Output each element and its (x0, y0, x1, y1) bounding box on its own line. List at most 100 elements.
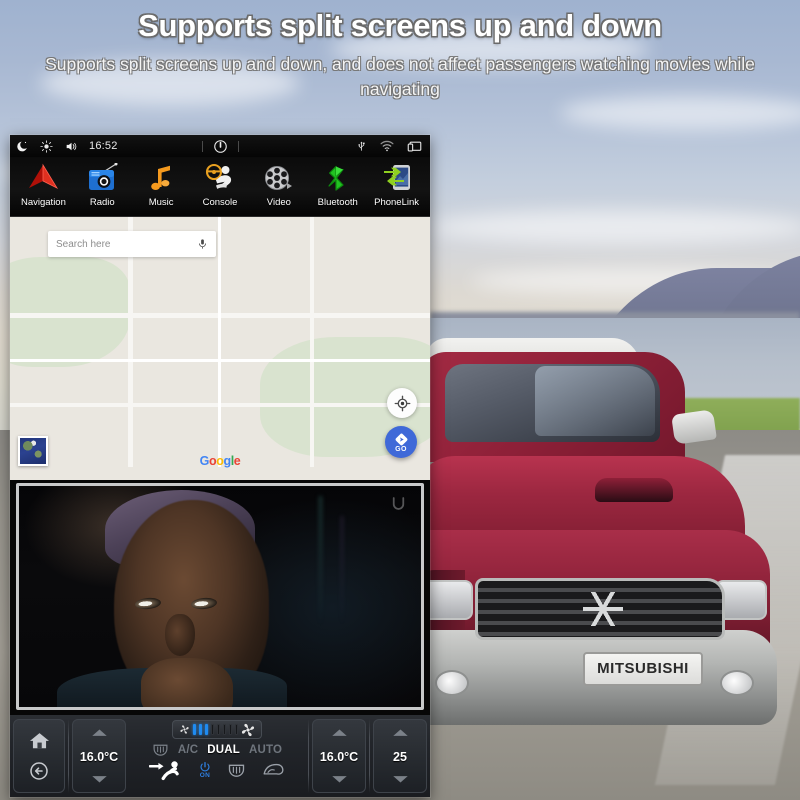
character-hand (141, 658, 233, 707)
app-navigation[interactable]: Navigation (14, 160, 73, 216)
page-title: Supports split screens up and down (138, 8, 662, 43)
fan-tick-on (205, 724, 208, 735)
navigation-diamond-icon (394, 432, 409, 447)
temp-up-icon[interactable] (91, 724, 108, 742)
video-frame[interactable] (16, 483, 424, 710)
navigation-arrow-icon (26, 160, 60, 196)
search-input[interactable]: Search here (48, 231, 216, 257)
airflow-face-icon[interactable] (148, 759, 183, 781)
phonelink-icon (380, 160, 414, 196)
microphone-icon[interactable] (197, 237, 208, 251)
volume-value: 25 (393, 749, 407, 764)
app-label: Navigation (20, 197, 66, 208)
divider (201, 140, 203, 152)
fan-tick-off (211, 724, 214, 735)
passenger-temperature-stepper[interactable]: 16.0°C (312, 719, 366, 793)
volume-down-icon[interactable] (392, 771, 409, 789)
car-head-unit-screen: 16:52 Navigation Radio Music Console Vid… (10, 135, 430, 797)
climate-control-bar: 16.0°C A/C DUAL AUTO ON 16.0°C 25 (10, 715, 430, 797)
map-road-minor (218, 217, 221, 467)
app-label: Music (148, 197, 174, 208)
google-letter: o (216, 454, 224, 468)
fan-tick-off (223, 724, 226, 735)
app-bluetooth[interactable]: Bluetooth (308, 160, 367, 216)
fan-tick-off (235, 724, 238, 735)
rear-window-defrost-icon[interactable] (227, 763, 246, 777)
climate-mode-row: A/C DUAL AUTO (152, 743, 282, 756)
status-bar: 16:52 (10, 135, 430, 157)
wifi-icon[interactable] (380, 140, 394, 152)
app-label: Video (266, 197, 291, 208)
fan-high-icon (241, 723, 255, 737)
bluetooth-icon (321, 160, 355, 196)
fan-tick-off (229, 724, 232, 735)
app-label: Console (202, 197, 238, 208)
app-console[interactable]: Console (191, 160, 250, 216)
return-arrow-icon[interactable] (390, 496, 407, 516)
google-letter: e (233, 454, 241, 468)
divider (369, 719, 370, 793)
home-icon[interactable] (29, 731, 50, 750)
my-location-button[interactable] (387, 388, 417, 418)
console-icon (203, 160, 237, 196)
go-button[interactable]: GO (385, 426, 417, 458)
fan-tick-on (193, 724, 196, 735)
search-placeholder: Search here (56, 238, 111, 250)
map-road (310, 217, 314, 467)
windshield-reflection (535, 366, 655, 436)
windshield-defrost-icon[interactable] (262, 763, 285, 777)
brand-emblem-icon (583, 592, 623, 626)
google-letter: o (208, 454, 217, 468)
app-label: Radio (89, 197, 115, 208)
divider (237, 140, 239, 152)
screen-icon[interactable] (407, 140, 422, 153)
go-button-label: GO (395, 445, 407, 453)
app-phonelink[interactable]: PhoneLink (367, 160, 426, 216)
fan-low-icon (179, 724, 190, 735)
temp-down-icon[interactable] (91, 771, 108, 789)
ac-mode-label[interactable]: A/C (178, 744, 198, 756)
temp-up-icon[interactable] (331, 724, 348, 742)
google-attribution: Google (200, 454, 241, 468)
volume-stepper[interactable]: 25 (373, 719, 427, 793)
climate-icon-row: ON (148, 759, 285, 781)
fan-tick-off (217, 724, 220, 735)
app-label: PhoneLink (374, 197, 420, 208)
climate-power-button[interactable]: ON (199, 761, 211, 779)
rear-defrost-icon[interactable] (152, 743, 169, 756)
video-scene (19, 486, 421, 707)
fog-light-right (720, 670, 754, 696)
usb-icon[interactable] (356, 139, 367, 153)
license-plate: MITSUBISHI (583, 652, 703, 686)
app-label: Bluetooth (317, 197, 358, 208)
headline-block: Supports split screens up and down Suppo… (0, 8, 800, 102)
fog-light-left (435, 670, 469, 696)
back-arrow-icon[interactable] (29, 761, 49, 781)
app-radio[interactable]: Radio (73, 160, 132, 216)
light-streak (319, 496, 322, 626)
my-location-icon (394, 395, 411, 412)
volume-up-icon[interactable] (392, 724, 409, 742)
power-icon[interactable] (213, 139, 228, 154)
divider (308, 719, 309, 793)
driver-temperature-stepper[interactable]: 16.0°C (72, 719, 126, 793)
system-nav-buttons (13, 719, 65, 793)
google-letter: g (223, 454, 231, 468)
cloud (430, 210, 800, 244)
map-view[interactable]: Search here GO Google (10, 217, 430, 480)
fan-speed-indicator[interactable] (172, 720, 262, 739)
temp-down-icon[interactable] (331, 771, 348, 789)
film-reel-icon (262, 160, 296, 196)
auto-mode-label[interactable]: AUTO (249, 744, 282, 756)
music-note-icon (144, 160, 178, 196)
light-streak (341, 516, 343, 626)
fan-tick-on (199, 724, 202, 735)
climate-center-cluster: A/C DUAL AUTO ON (129, 719, 305, 793)
app-music[interactable]: Music (132, 160, 191, 216)
map-layer-toggle[interactable] (18, 436, 48, 466)
dual-mode-label[interactable]: DUAL (207, 744, 240, 756)
radio-icon (85, 160, 119, 196)
app-video[interactable]: Video (249, 160, 308, 216)
google-letter: G (199, 454, 210, 468)
passenger-temperature-value: 16.0°C (319, 749, 359, 764)
